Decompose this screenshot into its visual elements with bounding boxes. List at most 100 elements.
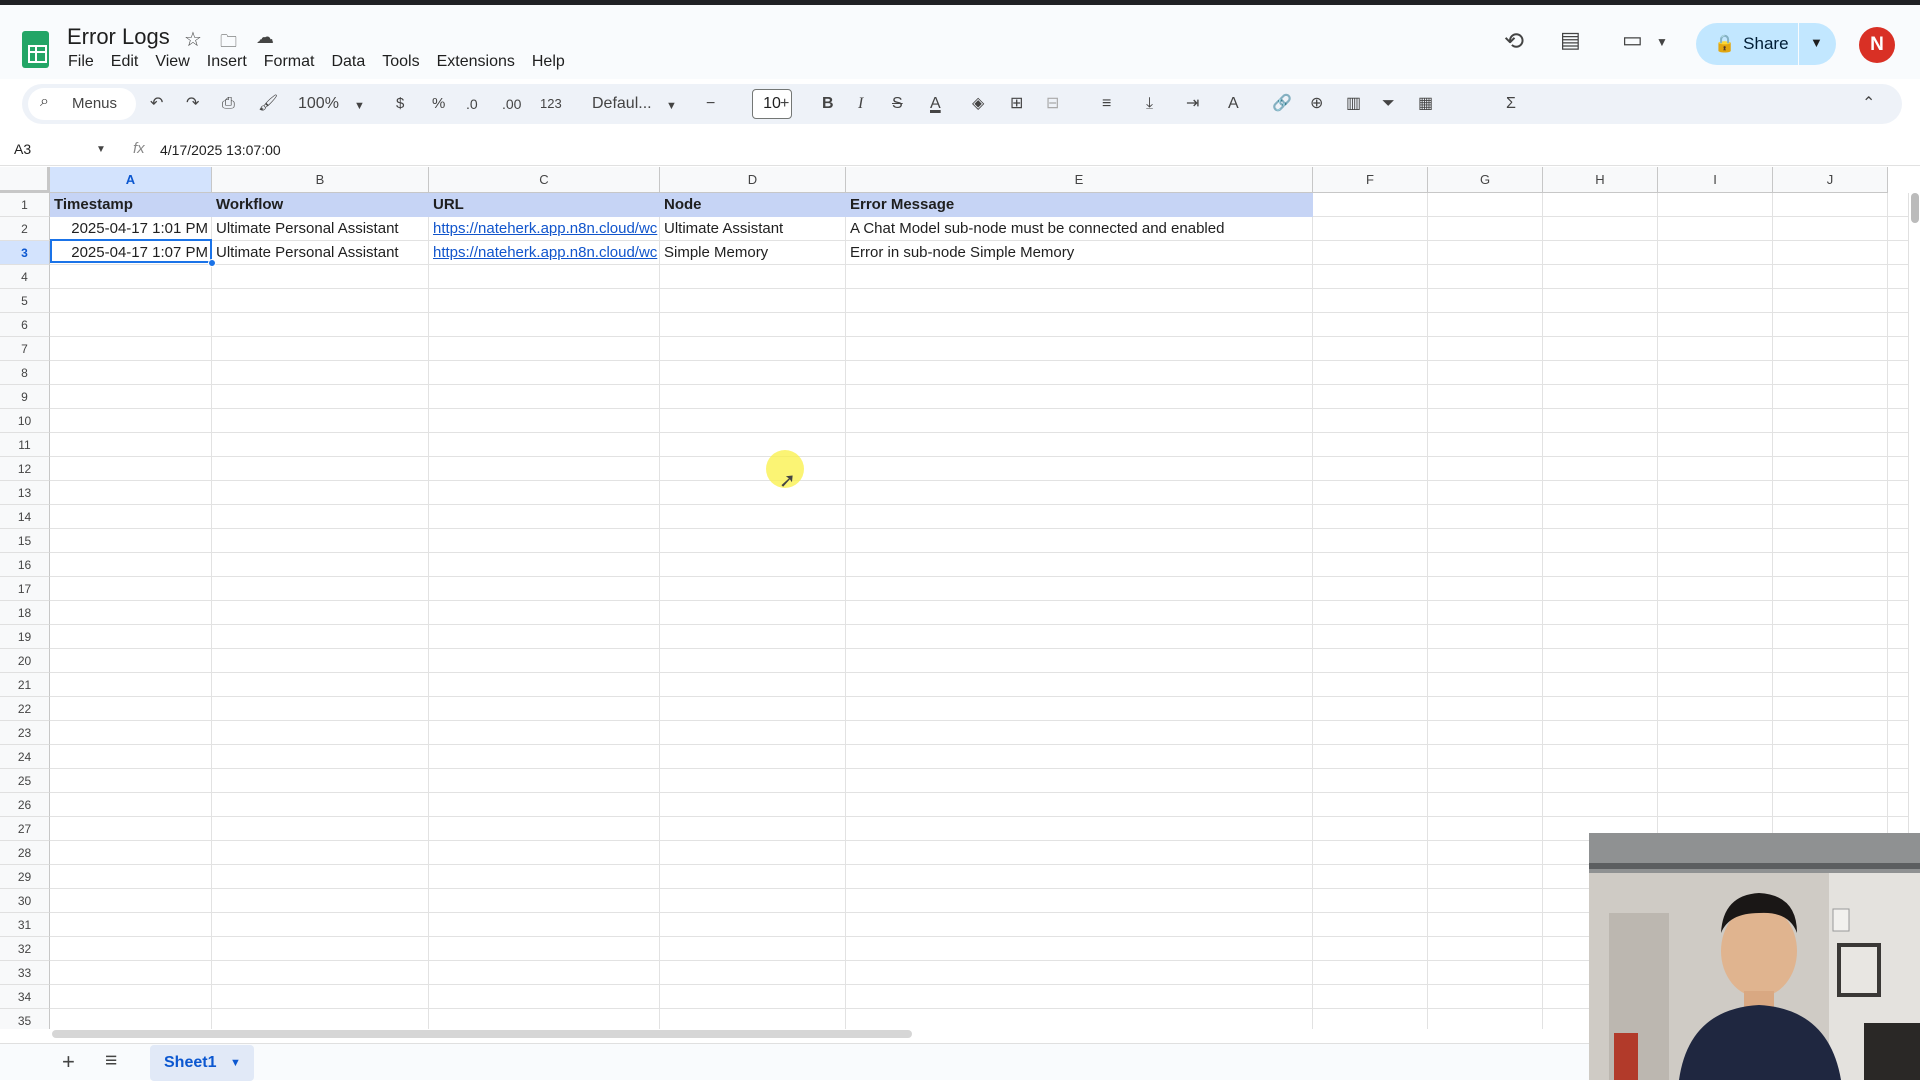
text-rotation-icon[interactable]: A	[1228, 93, 1239, 115]
percent-format-button[interactable]: %	[432, 93, 445, 115]
insert-link-icon[interactable]: 🔗	[1272, 93, 1292, 115]
version-history-icon[interactable]: ⟲	[1504, 27, 1524, 56]
select-all-corner[interactable]	[0, 167, 50, 193]
paint-format-icon[interactable]: 🖌	[258, 93, 278, 115]
column-header-j[interactable]: J	[1773, 167, 1888, 193]
row-header-4[interactable]: 4	[0, 265, 50, 289]
row-header-9[interactable]: 9	[0, 385, 50, 409]
row-header-1[interactable]: 1	[0, 193, 50, 217]
header-cell-url[interactable]: URL	[429, 193, 660, 217]
share-button[interactable]: 🔒 Share ▼	[1696, 23, 1836, 65]
decrease-font-size-icon[interactable]: −	[706, 93, 715, 115]
strikethrough-icon[interactable]: S	[892, 93, 903, 115]
column-header-e[interactable]: E	[846, 167, 1313, 193]
cell-url-link[interactable]: https://nateherk.app.n8n.cloud/wc	[429, 241, 660, 265]
row-header-27[interactable]: 27	[0, 817, 50, 841]
text-color-icon[interactable]: A	[930, 93, 941, 115]
formula-input[interactable]: 4/17/2025 13:07:00	[160, 142, 281, 158]
sheets-logo-icon[interactable]	[22, 31, 49, 68]
row-header-29[interactable]: 29	[0, 865, 50, 889]
cell-node[interactable]: Ultimate Assistant	[660, 217, 846, 241]
column-header-b[interactable]: B	[212, 167, 429, 193]
menu-data[interactable]: Data	[331, 53, 374, 71]
row-header-25[interactable]: 25	[0, 769, 50, 793]
column-header-f[interactable]: F	[1313, 167, 1428, 193]
row-header-22[interactable]: 22	[0, 697, 50, 721]
column-header-c[interactable]: C	[429, 167, 660, 193]
row-header-18[interactable]: 18	[0, 601, 50, 625]
row-header-2[interactable]: 2	[0, 217, 50, 241]
meet-dropdown-icon[interactable]: ▼	[1656, 35, 1668, 49]
row-header-17[interactable]: 17	[0, 577, 50, 601]
cell-error-message[interactable]: A Chat Model sub-node must be connected …	[846, 217, 1313, 241]
sheet-tab[interactable]: Sheet1 ▼	[150, 1045, 254, 1081]
cell-timestamp[interactable]: 2025-04-17 1:01 PM	[50, 217, 212, 241]
row-header-33[interactable]: 33	[0, 961, 50, 985]
merge-cells-icon[interactable]: ⊟	[1046, 93, 1059, 115]
insert-chart-icon[interactable]: ▥	[1346, 93, 1361, 115]
text-wrapping-icon[interactable]: ⇥	[1186, 93, 1199, 115]
cell-workflow[interactable]: Ultimate Personal Assistant	[212, 241, 429, 265]
font-select[interactable]: Defaul...	[592, 93, 652, 115]
share-dropdown-icon[interactable]: ▼	[1810, 35, 1823, 50]
column-header-h[interactable]: H	[1543, 167, 1658, 193]
row-header-23[interactable]: 23	[0, 721, 50, 745]
row-header-30[interactable]: 30	[0, 889, 50, 913]
vertical-align-icon[interactable]: ⤓	[1146, 93, 1153, 115]
row-header-16[interactable]: 16	[0, 553, 50, 577]
all-sheets-icon[interactable]: ≡	[105, 1049, 117, 1073]
row-header-34[interactable]: 34	[0, 985, 50, 1009]
menu-tools[interactable]: Tools	[382, 53, 428, 71]
collapse-menus-icon[interactable]: ⌃	[1862, 93, 1875, 115]
insert-comment-icon[interactable]: ⊕	[1310, 93, 1323, 115]
menu-help[interactable]: Help	[532, 53, 574, 71]
row-header-28[interactable]: 28	[0, 841, 50, 865]
menu-extensions[interactable]: Extensions	[437, 53, 524, 71]
row-header-24[interactable]: 24	[0, 745, 50, 769]
borders-icon[interactable]: ⊞	[1010, 93, 1023, 115]
row-header-7[interactable]: 7	[0, 337, 50, 361]
menu-view[interactable]: View	[155, 53, 198, 71]
menu-edit[interactable]: Edit	[111, 53, 148, 71]
row-header-8[interactable]: 8	[0, 361, 50, 385]
zoom-dropdown-icon[interactable]: ▼	[354, 95, 365, 117]
row-header-10[interactable]: 10	[0, 409, 50, 433]
undo-icon[interactable]: ↶	[150, 93, 163, 115]
cloud-status-icon[interactable]: ☁	[256, 27, 274, 48]
header-cell-workflow[interactable]: Workflow	[212, 193, 429, 217]
horizontal-scrollbar[interactable]	[52, 1030, 912, 1038]
horizontal-align-icon[interactable]: ≡	[1102, 93, 1111, 115]
functions-icon[interactable]: Σ	[1506, 93, 1516, 115]
vertical-scroll-thumb[interactable]	[1911, 193, 1919, 223]
row-header-13[interactable]: 13	[0, 481, 50, 505]
menu-format[interactable]: Format	[264, 53, 324, 71]
filter-views-icon[interactable]: ▦	[1418, 93, 1433, 115]
header-cell-error-message[interactable]: Error Message	[846, 193, 1313, 217]
cell-workflow[interactable]: Ultimate Personal Assistant	[212, 217, 429, 241]
fill-handle[interactable]	[208, 259, 216, 267]
column-header-g[interactable]: G	[1428, 167, 1543, 193]
row-header-5[interactable]: 5	[0, 289, 50, 313]
row-header-19[interactable]: 19	[0, 625, 50, 649]
row-header-31[interactable]: 31	[0, 913, 50, 937]
row-header-15[interactable]: 15	[0, 529, 50, 553]
font-dropdown-icon[interactable]: ▼	[666, 95, 677, 117]
row-header-3[interactable]: 3	[0, 241, 50, 265]
row-header-35[interactable]: 35	[0, 1009, 50, 1029]
add-sheet-icon[interactable]: +	[62, 1049, 75, 1075]
name-box[interactable]: A3	[14, 141, 31, 157]
avatar[interactable]: N	[1859, 27, 1895, 63]
filter-icon[interactable]: ⏷	[1382, 93, 1395, 115]
row-header-20[interactable]: 20	[0, 649, 50, 673]
star-icon[interactable]: ☆	[184, 27, 202, 52]
column-header-a[interactable]: A	[50, 167, 212, 193]
redo-icon[interactable]: ↷	[186, 93, 199, 115]
italic-icon[interactable]: I	[858, 93, 863, 115]
row-header-32[interactable]: 32	[0, 937, 50, 961]
row-header-12[interactable]: 12	[0, 457, 50, 481]
cell-node[interactable]: Simple Memory	[660, 241, 846, 265]
zoom-select[interactable]: 100%	[298, 93, 339, 115]
row-header-21[interactable]: 21	[0, 673, 50, 697]
meet-video-icon[interactable]: ▭	[1622, 27, 1643, 53]
currency-format-button[interactable]: $	[396, 93, 404, 115]
